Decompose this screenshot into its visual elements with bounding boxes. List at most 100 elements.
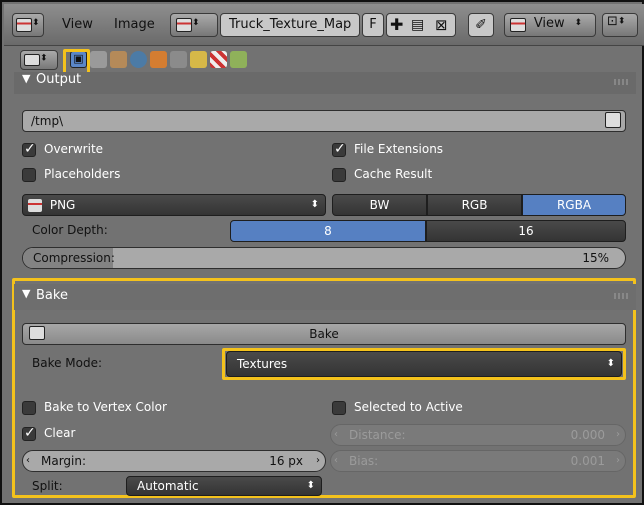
checkbox-icon [22, 400, 36, 415]
bake-panel-title: Bake [36, 288, 68, 303]
unlink-image-icon[interactable]: ⊠ [435, 14, 448, 36]
bake-button-label: Bake [309, 327, 339, 341]
bake-button[interactable]: Bake [22, 323, 626, 345]
cache-result-label: Cache Result [354, 167, 433, 181]
increment-arrow-icon[interactable]: › [316, 451, 320, 471]
selected-to-active-checkbox[interactable]: Selected to Active [332, 398, 463, 418]
render-tab[interactable]: ▣ [70, 51, 87, 68]
render-layers-tab[interactable] [90, 51, 107, 68]
image-browse-button[interactable]: ⬍ [170, 13, 218, 37]
material-tab[interactable] [230, 51, 247, 68]
image-browse-icon [176, 18, 192, 32]
decrement-arrow-icon: ‹ [334, 429, 338, 440]
rgb-button[interactable]: RGB [427, 194, 522, 216]
color-depth-label: Color Depth: [32, 223, 108, 237]
image-actions-group: ✚ ▤ ⊠ [386, 13, 456, 37]
bake-to-vertex-color-checkbox[interactable]: Bake to Vertex Color [22, 398, 167, 418]
open-image-icon[interactable]: ▤ [411, 14, 424, 36]
image-editor-icon [16, 18, 32, 32]
bw-button[interactable]: BW [332, 194, 427, 216]
bake-camera-icon [29, 326, 45, 340]
object-tab[interactable] [150, 51, 167, 68]
selected-to-active-label: Selected to Active [354, 400, 463, 414]
increment-arrow-icon: › [616, 429, 620, 440]
collapse-triangle-icon: ▼ [22, 72, 31, 85]
fake-user-button[interactable]: F [362, 13, 384, 37]
view-mode-dropdown[interactable]: View ⬍ [504, 13, 596, 37]
properties-context-row: ⬍ ▣ [14, 46, 636, 74]
decrement-arrow-icon: ‹ [334, 455, 338, 466]
view-menu[interactable]: View [62, 14, 93, 36]
view-mode-label: View [533, 15, 565, 31]
output-path-text: /tmp\ [31, 114, 64, 128]
drag-grip-icon[interactable] [614, 79, 628, 85]
split-label: Split: [32, 479, 63, 493]
color-depth-16-button[interactable]: 16 [426, 220, 626, 242]
margin-field[interactable]: ‹ Margin: 16 px › [22, 450, 326, 472]
bake-mode-value: Textures [237, 357, 288, 371]
placeholders-checkbox[interactable]: Placeholders [22, 165, 120, 185]
overwrite-label: Overwrite [44, 142, 104, 156]
view-mode-icon [510, 18, 526, 32]
output-panel-header[interactable]: ▼ Output [14, 72, 636, 94]
image-format-icon [28, 199, 42, 212]
texture-tab[interactable] [210, 51, 227, 68]
split-dropdown[interactable]: Automatic ⬍ [126, 476, 322, 496]
up-down-arrows-icon: ⬍ [192, 18, 200, 28]
clear-label: Clear [44, 426, 76, 440]
file-extensions-label: File Extensions [354, 142, 444, 156]
file-format-label: PNG [49, 198, 76, 212]
constraints-tab[interactable] [170, 51, 187, 68]
compression-label: Compression: [33, 251, 115, 265]
pin-icon[interactable]: ✐ [468, 13, 494, 37]
world-tab[interactable] [130, 51, 147, 68]
output-path-field[interactable]: /tmp\ [22, 110, 626, 132]
checkbox-icon [22, 140, 36, 158]
bake-panel-header[interactable]: ▼ Bake [14, 284, 636, 310]
bias-label: Bias: [349, 454, 379, 468]
compression-slider[interactable]: Compression: 15% [22, 247, 626, 269]
up-down-arrows-icon: ⬍ [617, 16, 626, 27]
pivot-icon: ⊡ [607, 14, 618, 29]
bake-mode-dropdown[interactable]: Textures ⬍ [226, 351, 622, 377]
checkbox-icon [332, 167, 346, 182]
compression-value: 15% [582, 251, 609, 265]
checkbox-icon [332, 400, 346, 415]
bake-to-vertex-color-label: Bake to Vertex Color [44, 400, 167, 414]
decrement-arrow-icon[interactable]: ‹ [26, 451, 30, 471]
up-down-arrows-icon: ⬍ [306, 480, 315, 491]
checkbox-icon [22, 167, 36, 182]
rgba-button[interactable]: RGBA [522, 194, 626, 216]
cache-result-checkbox[interactable]: Cache Result [332, 165, 432, 185]
margin-value: 16 px [269, 454, 303, 468]
file-browser-icon[interactable] [605, 112, 621, 128]
bake-mode-label: Bake Mode: [32, 356, 103, 370]
bias-field: ‹ Bias: 0.001 › [330, 450, 626, 472]
image-name-field[interactable]: Truck_Texture_Map [220, 13, 360, 37]
margin-label: Margin: [41, 454, 87, 468]
distance-field: ‹ Distance: 0.000 › [330, 424, 626, 446]
modifiers-tab[interactable] [190, 51, 207, 68]
properties-icon [24, 53, 40, 66]
drag-grip-icon[interactable] [614, 293, 628, 299]
image-menu[interactable]: Image [114, 14, 155, 36]
checkbox-icon [22, 424, 36, 442]
clear-checkbox[interactable]: Clear [22, 424, 75, 444]
scene-tab[interactable] [110, 51, 127, 68]
output-panel-title: Output [36, 72, 82, 87]
pivot-dropdown[interactable]: ⊡⬍ [602, 13, 638, 37]
new-image-icon[interactable]: ✚ [390, 14, 403, 36]
color-depth-8-button[interactable]: 8 [230, 220, 426, 242]
bias-value: 0.001 [570, 454, 605, 468]
collapse-triangle-icon: ▼ [22, 287, 31, 300]
file-extensions-checkbox[interactable]: File Extensions [332, 140, 443, 160]
up-down-arrows-icon: ⬍ [574, 18, 583, 28]
editor-type-selector[interactable]: ⬍ [12, 13, 44, 37]
placeholders-label: Placeholders [44, 167, 121, 181]
file-format-dropdown[interactable]: PNG ⬍ [22, 194, 326, 216]
image-editor-header: ⬍ View Image ⬍ Truck_Texture_Map F ✚ ▤ ⊠… [4, 4, 644, 46]
up-down-arrows-icon: ⬍ [32, 18, 40, 28]
split-value: Automatic [137, 479, 199, 493]
properties-editor-type-selector[interactable]: ⬍ [20, 50, 58, 70]
overwrite-checkbox[interactable]: Overwrite [22, 140, 103, 160]
